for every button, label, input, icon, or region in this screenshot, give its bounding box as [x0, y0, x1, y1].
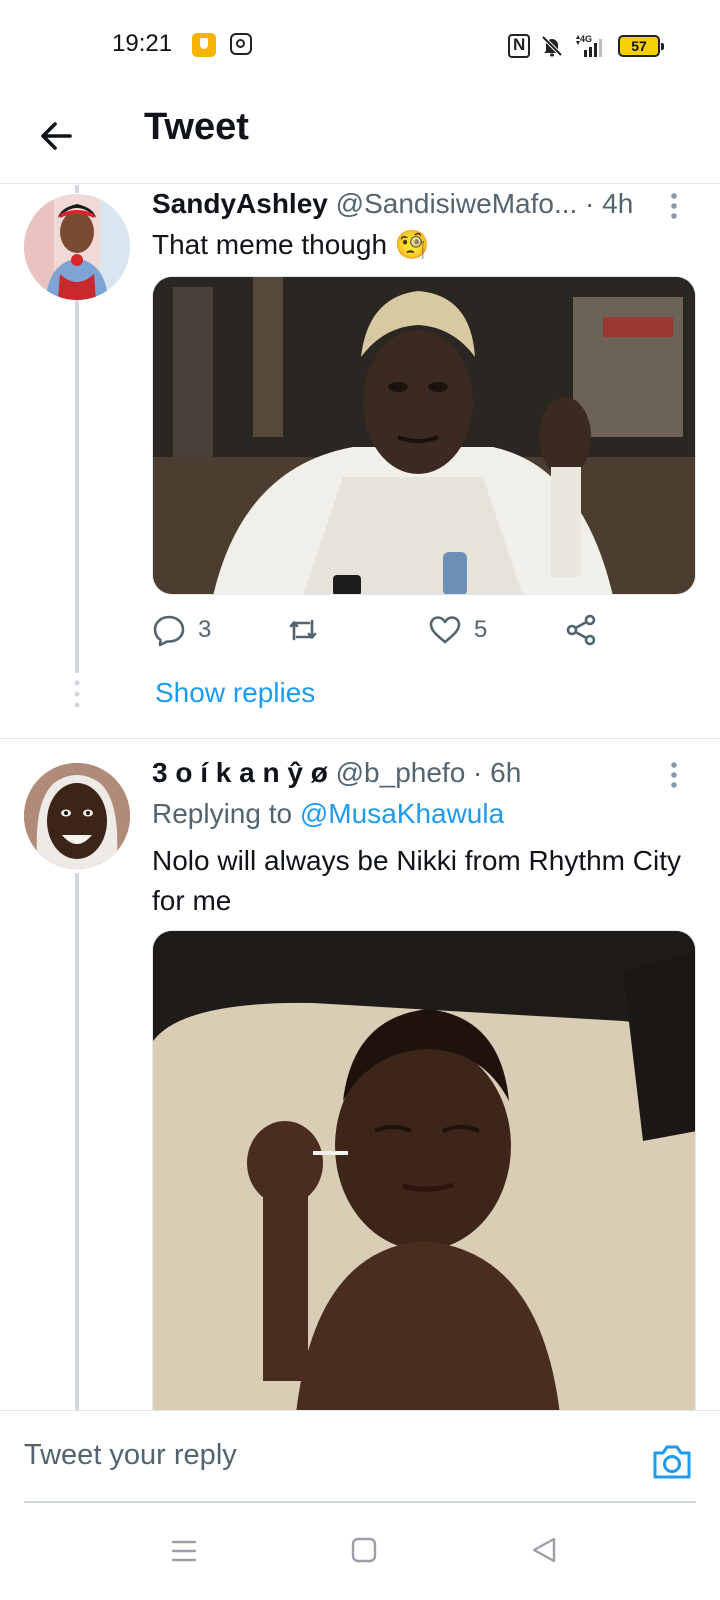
heart-icon — [429, 616, 461, 644]
thread-line — [75, 873, 79, 1410]
tweet-divider — [0, 738, 720, 739]
retweet-icon — [289, 619, 317, 641]
tweet-text: Nolo will always be Nikki from Rhythm Ci… — [152, 845, 682, 916]
status-bar: 19:21 4G 57 — [0, 0, 720, 92]
thread-line — [75, 300, 79, 673]
display-name[interactable]: 3 o í k a n ŷ ø — [152, 757, 328, 788]
signal-4g-icon: 4G — [576, 34, 602, 57]
recent-apps-icon[interactable] — [171, 1539, 197, 1563]
thread-continuation-dots — [74, 680, 80, 708]
avatar[interactable] — [24, 194, 130, 300]
instagram-icon — [230, 33, 252, 55]
mention-link[interactable]: @MusaKhawula — [300, 798, 504, 829]
reply-icon — [153, 615, 185, 647]
avatar[interactable] — [24, 763, 130, 869]
handle[interactable]: @SandisiweMafo... — [336, 188, 578, 219]
more-options-icon[interactable] — [669, 192, 679, 220]
tweet-media-image[interactable] — [152, 276, 696, 595]
replying-to-label: Replying to — [152, 798, 300, 829]
input-underline — [24, 1501, 696, 1503]
bell-off-icon — [541, 35, 563, 57]
page-title: Tweet — [144, 106, 249, 148]
nfc-icon — [508, 34, 530, 58]
display-name[interactable]: SandyAshley — [152, 188, 328, 219]
svg-text:4G: 4G — [580, 34, 592, 44]
camera-icon[interactable] — [651, 1441, 693, 1481]
conversation-feed[interactable]: SandyAshley @SandisiweMafo... · 4h That … — [0, 185, 720, 1410]
tweet-text: That meme though 🧐 — [152, 229, 430, 260]
reply-count: 3 — [198, 616, 212, 643]
like-button[interactable]: 5 — [428, 613, 487, 647]
arrow-left-icon[interactable] — [32, 112, 80, 160]
tweet-header: 3 o í k a n ŷ ø @b_phefo · 6h — [152, 757, 521, 789]
share-button[interactable] — [564, 613, 598, 647]
replying-to: Replying to @MusaKhawula — [152, 798, 504, 830]
tweet-actions: 3 5 — [152, 613, 622, 653]
reply-composer — [0, 1410, 720, 1506]
retweet-button[interactable] — [286, 613, 320, 647]
show-replies-link[interactable]: Show replies — [155, 677, 315, 709]
status-time: 19:21 — [112, 30, 173, 57]
like-count: 5 — [474, 616, 488, 643]
notification-app-icon — [192, 33, 216, 57]
thread-line-top — [75, 185, 79, 193]
handle[interactable]: @b_phefo — [328, 757, 466, 788]
timestamp: · 6h — [465, 757, 522, 788]
reply-input[interactable] — [24, 1425, 614, 1485]
tweet-media-image[interactable] — [152, 930, 696, 1410]
system-nav-bar — [0, 1506, 720, 1600]
status-indicators: 4G 57 — [508, 32, 664, 60]
share-icon — [566, 614, 596, 646]
more-options-icon[interactable] — [669, 761, 679, 789]
battery-icon: 57 — [618, 35, 664, 57]
back-triangle-icon[interactable] — [531, 1536, 557, 1564]
home-icon[interactable] — [351, 1537, 377, 1563]
timestamp: · 4h — [577, 188, 634, 219]
top-app-bar: Tweet — [0, 92, 720, 184]
tweet-header: SandyAshley @SandisiweMafo... · 4h — [152, 188, 633, 220]
reply-button[interactable]: 3 — [152, 613, 211, 647]
